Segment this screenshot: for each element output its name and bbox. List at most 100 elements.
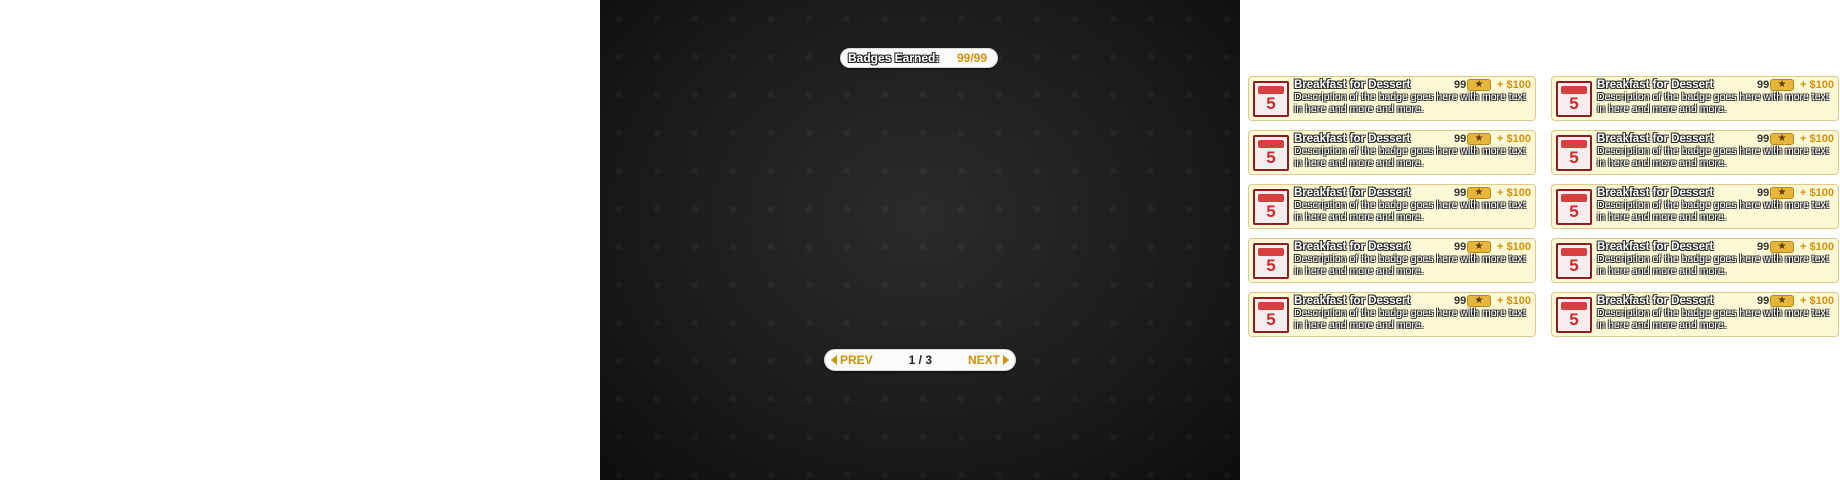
badge-reward: + $100 — [1800, 133, 1834, 145]
badge-description: Description of the badge goes here with … — [1597, 199, 1829, 223]
badge-reward: + $100 — [1800, 295, 1834, 307]
next-label: NEXT — [967, 353, 1000, 367]
badge-title: Breakfast for Dessert — [1597, 187, 1714, 199]
pagination-bar: PREV 1 / 3 NEXT — [824, 349, 1016, 371]
badge-icon: 5 — [1253, 243, 1289, 279]
badge-description: Description of the badge goes here with … — [1294, 253, 1526, 277]
badge-icon-number: 5 — [1569, 256, 1579, 275]
badge-description: Description of the badge goes here with … — [1597, 145, 1829, 169]
badge-icon: 5 — [1556, 243, 1592, 279]
badge-description: Description of the badge goes here with … — [1294, 91, 1526, 115]
badge-reward: + $100 — [1800, 79, 1834, 91]
badge-title: Breakfast for Dessert — [1597, 79, 1714, 91]
badge-title: Breakfast for Dessert — [1597, 295, 1714, 307]
badge-icon: 5 — [1253, 189, 1289, 225]
badge-icon-banner — [1561, 86, 1587, 94]
badge-icon-banner — [1258, 248, 1284, 256]
badge-icon-number: 5 — [1266, 202, 1276, 221]
star-icon: ★ — [1770, 79, 1794, 91]
page-indicator: 1 / 3 — [908, 353, 933, 367]
badge-icon-number: 5 — [1569, 94, 1579, 113]
badge-icon-number: 5 — [1266, 310, 1276, 329]
badge-card[interactable]: 5 Breakfast for Dessert 99 ★ + $100 Descripti… — [1248, 184, 1536, 229]
badge-icon-banner — [1561, 248, 1587, 256]
badge-icon: 5 — [1556, 81, 1592, 117]
badge-card[interactable]: 5 Breakfast for Dessert 99 ★ + $100 Descripti… — [1551, 76, 1839, 121]
star-icon: ★ — [1770, 187, 1794, 199]
star-icon: ★ — [1467, 187, 1491, 199]
badge-icon-banner — [1561, 140, 1587, 148]
star-icon: ★ — [1770, 295, 1794, 307]
badge-card[interactable]: 5 Breakfast for Dessert 99 ★ + $100 Descripti… — [1248, 130, 1536, 175]
badge-icon-number: 5 — [1569, 202, 1579, 221]
badge-icon: 5 — [1556, 297, 1592, 333]
star-icon: ★ — [1467, 295, 1491, 307]
badge-title: Breakfast for Dessert — [1294, 241, 1411, 253]
badge-icon-number: 5 — [1266, 148, 1276, 167]
badge-title: Breakfast for Dessert — [1294, 79, 1411, 91]
badge-icon-banner — [1258, 302, 1284, 310]
badge-card[interactable]: 5 Breakfast for Dessert 99 ★ + $100 Descripti… — [1551, 130, 1839, 175]
prev-label: PREV — [840, 353, 873, 367]
badge-description: Description of the badge goes here with … — [1294, 145, 1526, 169]
badge-icon: 5 — [1556, 189, 1592, 225]
badge-card[interactable]: 5 Breakfast for Dessert 99 ★ + $100 Descripti… — [1248, 238, 1536, 283]
badge-points: 99 — [1454, 79, 1467, 91]
badge-icon: 5 — [1556, 135, 1592, 171]
badge-title: Breakfast for Dessert — [1597, 133, 1714, 145]
star-icon: ★ — [1467, 79, 1491, 91]
badge-icon-number: 5 — [1266, 94, 1276, 113]
badge-title: Breakfast for Dessert — [1597, 241, 1714, 253]
badge-card[interactable]: 5 Breakfast for Dessert 99 ★ + $100 Descripti… — [1551, 184, 1839, 229]
badge-title: Breakfast for Dessert — [1294, 133, 1411, 145]
badge-description: Description of the badge goes here with … — [1597, 91, 1829, 115]
badge-card[interactable]: 5 Breakfast for Dessert 99 ★ + $100 Descripti… — [1551, 292, 1839, 337]
badge-icon-number: 5 — [1569, 310, 1579, 329]
badge-icon-banner — [1258, 140, 1284, 148]
badge-description: Description of the badge goes here with … — [1294, 307, 1526, 331]
badge-icon-banner — [1561, 302, 1587, 310]
badge-points: 99 — [1454, 133, 1467, 145]
prev-button[interactable]: PREV — [831, 353, 873, 367]
badge-card[interactable]: 5 Breakfast for Dessert 99 ★ + $100 Descripti… — [1248, 76, 1536, 121]
badge-reward: + $100 — [1497, 241, 1531, 253]
badges-earned-label: Badges Earned: — [848, 51, 940, 65]
badge-points: 99 — [1454, 295, 1467, 307]
badge-reward: + $100 — [1497, 295, 1531, 307]
chevron-left-icon — [831, 355, 837, 365]
chevron-right-icon — [1003, 355, 1009, 365]
badges-earned-value: 99/99 — [956, 51, 987, 65]
badge-icon: 5 — [1253, 135, 1289, 171]
badge-points: 99 — [1757, 187, 1770, 199]
badges-earned-counter: Badges Earned: 99/99 — [840, 48, 998, 68]
badge-title: Breakfast for Dessert — [1294, 187, 1411, 199]
next-button[interactable]: NEXT — [968, 353, 1009, 367]
badge-points: 99 — [1757, 133, 1770, 145]
badge-reward: + $100 — [1497, 79, 1531, 91]
badge-points: 99 — [1454, 187, 1467, 199]
badge-points: 99 — [1757, 241, 1770, 253]
badge-description: Description of the badge goes here with … — [1597, 307, 1829, 331]
badge-icon: 5 — [1253, 81, 1289, 117]
star-icon: ★ — [1770, 133, 1794, 145]
badge-icon-banner — [1258, 194, 1284, 202]
badge-reward: + $100 — [1800, 187, 1834, 199]
badge-reward: + $100 — [1497, 133, 1531, 145]
badge-icon-number: 5 — [1569, 148, 1579, 167]
badge-card[interactable]: 5 Breakfast for Dessert 99 ★ + $100 Descripti… — [1551, 238, 1839, 283]
star-icon: ★ — [1467, 241, 1491, 253]
badge-icon-banner — [1258, 86, 1284, 94]
game-panel: Badges Earned: 99/99 PREV 1 / 3 NEXT — [600, 0, 1240, 480]
badge-icon-number: 5 — [1266, 256, 1276, 275]
badge-description: Description of the badge goes here with … — [1597, 253, 1829, 277]
badge-points: 99 — [1454, 241, 1467, 253]
badge-points: 99 — [1757, 295, 1770, 307]
badge-points: 99 — [1757, 79, 1770, 91]
badge-title: Breakfast for Dessert — [1294, 295, 1411, 307]
badge-icon: 5 — [1253, 297, 1289, 333]
badge-icon-banner — [1561, 194, 1587, 202]
badge-description: Description of the badge goes here with … — [1294, 199, 1526, 223]
badge-card[interactable]: 5 Breakfast for Dessert 99 ★ + $100 Descripti… — [1248, 292, 1536, 337]
badge-reward: + $100 — [1800, 241, 1834, 253]
star-icon: ★ — [1467, 133, 1491, 145]
